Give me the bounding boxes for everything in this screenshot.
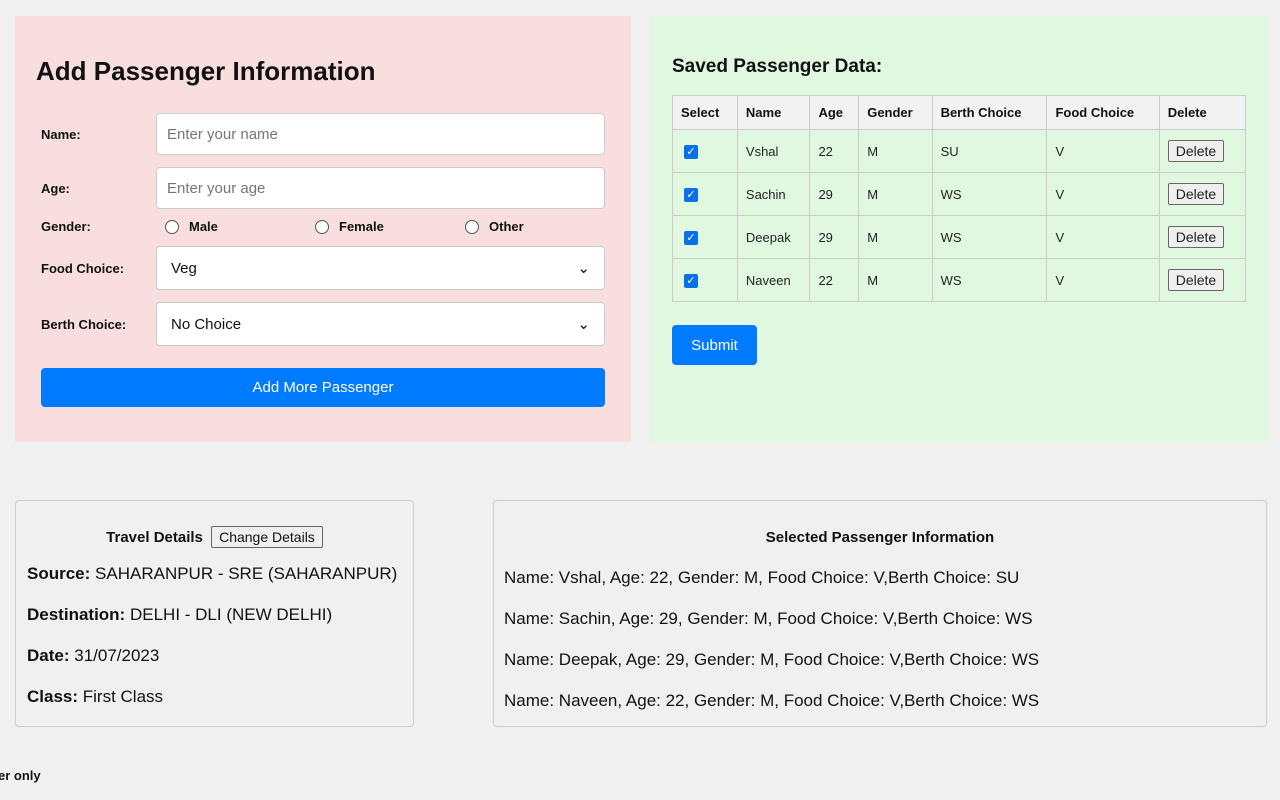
- chevron-down-icon: ⌄: [577, 316, 590, 333]
- travel-item-label: Source:: [27, 564, 91, 583]
- delete-button[interactable]: Delete: [1167, 140, 1225, 162]
- travel-item: Class: First Class: [27, 687, 402, 707]
- age-label: Age:: [41, 180, 70, 196]
- travel-item-label: Destination:: [27, 605, 126, 624]
- footer-text: er only: [0, 768, 41, 783]
- cell-name: Vshal: [736, 129, 811, 173]
- cell-age: 22: [809, 129, 860, 173]
- chevron-down-icon: ⌄: [577, 260, 590, 277]
- cell-gender: M: [858, 215, 933, 259]
- cell-food: V: [1046, 215, 1160, 259]
- select-checkbox[interactable]: ✓: [684, 187, 698, 202]
- travel-item: Source: SAHARANPUR - SRE (SAHARANPUR): [27, 564, 402, 584]
- table-row: ✓ Sachin 29 M WS V Delete: [672, 172, 1247, 216]
- cell-age: 29: [809, 215, 860, 259]
- berth-value: No Choice: [171, 315, 242, 333]
- gender-label: Gender:: [41, 219, 91, 234]
- radio-label: Female: [339, 219, 384, 234]
- select-checkbox[interactable]: ✓: [684, 230, 698, 245]
- cell-berth: WS: [931, 172, 1048, 216]
- cell-berth: WS: [931, 258, 1048, 302]
- delete-button[interactable]: Delete: [1167, 183, 1225, 205]
- gender-female-radio[interactable]: Female: [305, 219, 455, 234]
- name-label: Name:: [41, 126, 81, 142]
- travel-details-card: Travel Details Change Details Source: SA…: [15, 500, 414, 727]
- column-header: Delete: [1158, 95, 1247, 130]
- selected-passenger-line: Name: Sachin, Age: 29, Gender: M, Food C…: [504, 609, 1033, 628]
- travel-item-label: Date:: [27, 646, 70, 665]
- travel-title: Travel Details: [106, 529, 203, 546]
- column-header: Age: [809, 95, 860, 130]
- table-row: ✓ Naveen 22 M WS V Delete: [672, 258, 1247, 302]
- travel-item: Date: 31/07/2023: [27, 646, 402, 666]
- food-select[interactable]: Veg ⌄: [156, 246, 605, 290]
- gender-other-radio[interactable]: Other: [455, 219, 605, 234]
- cell-gender: M: [858, 258, 933, 302]
- radio-label: Male: [189, 219, 218, 234]
- selected-passenger-line: Name: Vshal, Age: 22, Gender: M, Food Ch…: [504, 568, 1020, 587]
- cell-gender: M: [858, 172, 933, 216]
- travel-item: Destination: DELHI - DLI (NEW DELHI): [27, 605, 402, 625]
- berth-label: Berth Choice:: [41, 316, 127, 332]
- select-checkbox[interactable]: ✓: [684, 144, 698, 159]
- selected-passenger-line: Name: Deepak, Age: 29, Gender: M, Food C…: [504, 650, 1040, 669]
- add-passenger-panel: Add Passenger Information Name: Age: Gen…: [15, 16, 631, 442]
- saved-title: Saved Passenger Data:: [672, 56, 883, 77]
- berth-select[interactable]: No Choice ⌄: [156, 302, 605, 346]
- selected-passenger-line: Name: Naveen, Age: 22, Gender: M, Food C…: [504, 691, 1040, 710]
- cell-food: V: [1046, 258, 1160, 302]
- delete-button[interactable]: Delete: [1167, 226, 1225, 248]
- cell-berth: WS: [931, 215, 1048, 259]
- travel-item-label: Class:: [27, 687, 79, 706]
- travel-item-value: SAHARANPUR - SRE (SAHARANPUR): [95, 564, 398, 583]
- gender-male-radio[interactable]: Male: [155, 219, 305, 234]
- selected-title: Selected Passenger Information: [765, 529, 995, 546]
- cell-age: 29: [809, 172, 860, 216]
- column-header: Food Choice: [1046, 95, 1160, 130]
- column-header: Select: [672, 95, 738, 130]
- cell-food: V: [1046, 129, 1160, 173]
- table-row: ✓ Vshal 22 M SU V Delete: [672, 129, 1247, 173]
- name-input[interactable]: [156, 113, 605, 155]
- add-more-passenger-button[interactable]: Add More Passenger: [41, 368, 605, 407]
- column-header: Gender: [858, 95, 933, 130]
- cell-food: V: [1046, 172, 1160, 216]
- travel-item-value: DELHI - DLI (NEW DELHI): [129, 605, 333, 624]
- saved-passenger-panel: Saved Passenger Data: Select Name Age Gende…: [650, 16, 1268, 442]
- selected-passenger-card: Selected Passenger Information Name: Vsh…: [493, 500, 1267, 727]
- column-header: Berth Choice: [931, 95, 1048, 130]
- select-checkbox[interactable]: ✓: [684, 273, 698, 288]
- travel-item-value: First Class: [82, 687, 164, 706]
- food-label: Food Choice:: [41, 260, 125, 276]
- column-header: Name: [736, 95, 811, 130]
- cell-name: Naveen: [736, 258, 811, 302]
- radio-label: Other: [489, 219, 524, 234]
- cell-name: Sachin: [736, 172, 811, 216]
- cell-name: Deepak: [736, 215, 811, 259]
- cell-berth: SU: [931, 129, 1048, 173]
- form-title: Add Passenger Information: [36, 56, 376, 86]
- delete-button[interactable]: Delete: [1167, 269, 1225, 291]
- age-input[interactable]: [156, 167, 605, 209]
- travel-item-value: 31/07/2023: [74, 646, 160, 665]
- saved-passenger-table: Select Name Age Gender Berth Choice Food Choi…: [672, 95, 1247, 302]
- cell-age: 22: [809, 258, 860, 302]
- change-details-button[interactable]: Change Details: [211, 526, 323, 548]
- table-row: ✓ Deepak 29 M WS V Delete: [672, 215, 1247, 259]
- submit-button[interactable]: Submit: [672, 325, 757, 365]
- food-value: Veg: [171, 259, 197, 277]
- cell-gender: M: [858, 129, 933, 173]
